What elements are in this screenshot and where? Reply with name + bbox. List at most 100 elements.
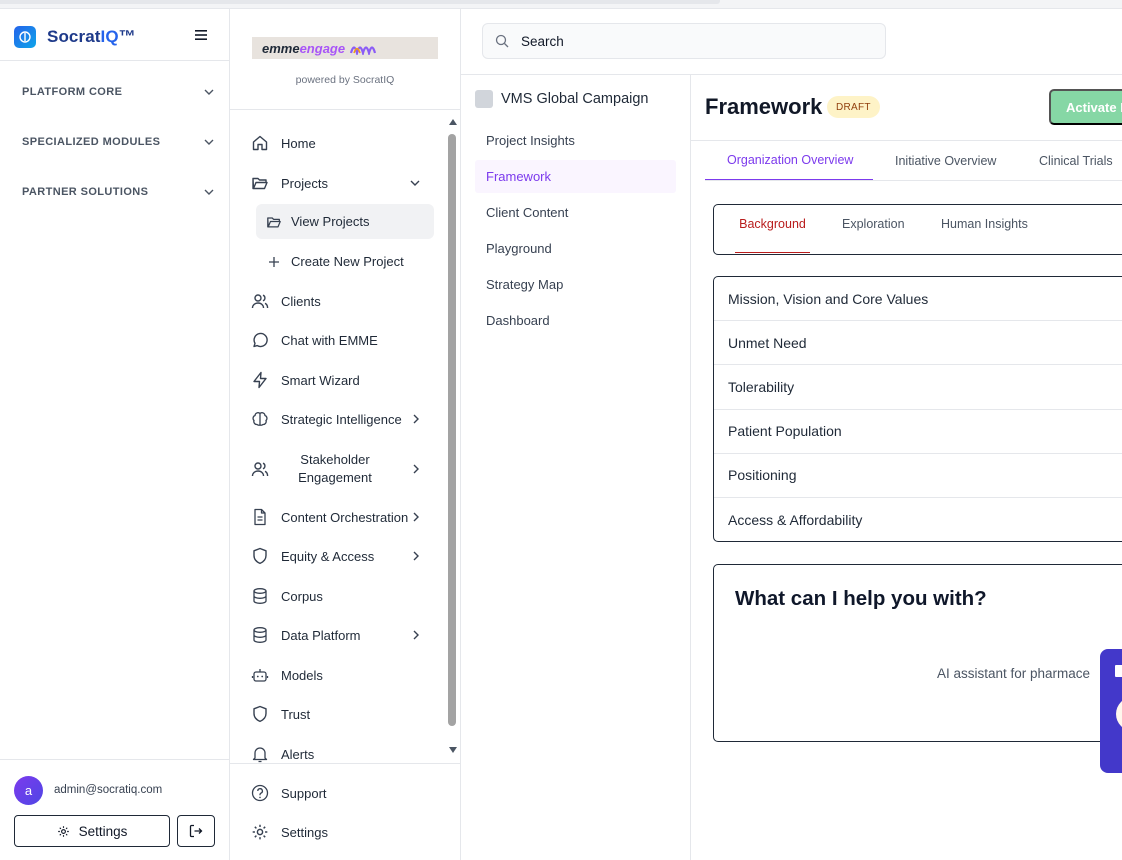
bell-icon xyxy=(250,744,270,764)
tab-organization-overview[interactable]: Organization Overview xyxy=(705,141,873,181)
nav-item-strategic-intelligence[interactable]: Strategic Intelligence xyxy=(250,404,444,434)
brand-name-suffix: ™ xyxy=(118,27,136,46)
nav-item-label: Create New Project xyxy=(291,254,404,269)
nav-item-stakeholder-engagement[interactable]: Stakeholder Engagement xyxy=(250,450,444,488)
project-checkbox[interactable] xyxy=(475,90,493,108)
inner-tab-exploration[interactable]: Exploration xyxy=(842,217,905,253)
subnav-strategy-map[interactable]: Strategy Map xyxy=(475,268,676,301)
nav-item-corpus[interactable]: Corpus xyxy=(250,581,444,611)
subnav-playground[interactable]: Playground xyxy=(475,232,676,265)
list-item-patient-population[interactable]: Patient Population xyxy=(714,410,1122,454)
section-label: SPECIALIZED MODULES xyxy=(22,136,161,148)
nav-item-label: Smart Wizard xyxy=(281,372,360,388)
nav-item-label: Strategic Intelligence xyxy=(281,411,402,427)
section-platform-core[interactable]: PLATFORM CORE xyxy=(22,82,214,102)
emme-engage-logo: emme engage xyxy=(252,37,438,59)
chevron-right-icon xyxy=(413,630,419,640)
section-specialized-modules[interactable]: SPECIALIZED MODULES xyxy=(22,132,214,152)
nav-item-label: Settings xyxy=(281,824,328,840)
assistant-subtitle: AI assistant for pharmace xyxy=(937,666,1091,681)
brand[interactable]: SocratIQ™ xyxy=(14,26,136,48)
nav-divider xyxy=(230,109,460,110)
folder-open-icon xyxy=(264,212,284,232)
inner-tab-human-insights[interactable]: Human Insights xyxy=(941,217,1028,253)
list-item-access-affordability[interactable]: Access & Affordability xyxy=(714,498,1122,541)
brain-icon xyxy=(250,409,270,429)
section-label: PLATFORM CORE xyxy=(22,86,123,98)
search-bar[interactable] xyxy=(482,23,886,59)
nav-item-clients[interactable]: Clients xyxy=(250,286,444,316)
browser-tab-strip xyxy=(0,0,720,4)
nav-item-support[interactable]: Support xyxy=(250,778,444,808)
gear-icon xyxy=(57,825,69,837)
framework-tabs: Organization Overview Initiative Overvie… xyxy=(705,141,1113,181)
users-icon xyxy=(250,459,270,479)
activate-button[interactable]: Activate P xyxy=(1049,89,1122,125)
chevron-right-icon xyxy=(413,414,419,424)
framework-content: Framework DRAFT Activate P Organization … xyxy=(691,75,1122,860)
assistant-avatar[interactable] xyxy=(1116,697,1122,731)
nav-item-create-new-project[interactable]: Create New Project xyxy=(256,244,434,279)
nav-item-projects[interactable]: Projects xyxy=(250,168,444,198)
nav-item-settings[interactable]: Settings xyxy=(250,817,444,847)
chevron-down-icon xyxy=(204,139,214,145)
tab-initiative-overview[interactable]: Initiative Overview xyxy=(873,141,1017,181)
nav-item-label: Stakeholder Engagement xyxy=(298,452,372,485)
database-icon xyxy=(250,625,270,645)
lightning-icon xyxy=(250,370,270,390)
nav-item-label: Home xyxy=(281,135,316,151)
assistant-title: What can I help you with? xyxy=(735,587,987,610)
chat-bubble-icon xyxy=(250,330,270,350)
inner-tab-background[interactable]: Background xyxy=(735,217,810,253)
nav-item-smart-wizard[interactable]: Smart Wizard xyxy=(250,365,444,395)
emme-nav-sidebar: emme engage powered by SocratIQ Home Proj… xyxy=(230,9,461,860)
nav-item-view-projects[interactable]: View Projects xyxy=(256,204,434,239)
scroll-up-arrow-icon[interactable] xyxy=(449,119,457,125)
search-input[interactable] xyxy=(521,33,851,49)
nav-item-label: Content Orchestration xyxy=(281,509,409,525)
list-item-mission-vision[interactable]: Mission, Vision and Core Values xyxy=(714,277,1122,322)
project-title[interactable]: VMS Global Campaign xyxy=(475,90,649,108)
shield-icon xyxy=(250,546,270,566)
nav-item-home[interactable]: Home xyxy=(250,128,444,158)
document-icon xyxy=(250,507,270,527)
chevron-down-icon xyxy=(204,89,214,95)
nav-scrollbar[interactable] xyxy=(447,117,458,757)
nav-item-label: Trust xyxy=(281,706,311,722)
chevron-down-icon xyxy=(410,180,420,186)
shield-icon xyxy=(250,704,270,724)
assistant-launcher[interactable] xyxy=(1100,649,1122,773)
list-item-positioning[interactable]: Positioning xyxy=(714,454,1122,498)
powered-by-text: powered by SocratIQ xyxy=(295,74,395,86)
menu-toggle-icon[interactable] xyxy=(194,29,208,41)
settings-button-label: Settings xyxy=(78,823,128,839)
nav-item-chat-with-emme[interactable]: Chat with EMME xyxy=(250,325,444,355)
nav-item-label: Projects xyxy=(281,175,328,191)
framework-sections-list: Mission, Vision and Core Values Unmet Ne… xyxy=(713,276,1122,542)
assistant-panel: What can I help you with? AI assistant f… xyxy=(713,564,1122,742)
emme-logo-text-2: engage xyxy=(299,40,346,56)
logout-button[interactable] xyxy=(177,815,215,847)
section-partner-solutions[interactable]: PARTNER SOLUTIONS xyxy=(22,182,214,202)
nav-item-models[interactable]: Models xyxy=(250,660,444,690)
subnav-client-content[interactable]: Client Content xyxy=(475,196,676,229)
browser-top-strip xyxy=(0,0,1122,9)
nav-item-content-orchestration[interactable]: Content Orchestration xyxy=(250,502,444,532)
scroll-down-arrow-icon[interactable] xyxy=(449,747,457,753)
tab-clinical-trials[interactable]: Clinical Trials xyxy=(1017,141,1113,181)
settings-button[interactable]: Settings xyxy=(14,815,170,847)
page-title: Framework xyxy=(705,94,823,119)
list-item-unmet-need[interactable]: Unmet Need xyxy=(714,321,1122,366)
scroll-thumb[interactable] xyxy=(448,134,456,726)
emme-wave-icon xyxy=(350,46,377,55)
nav-item-data-platform[interactable]: Data Platform xyxy=(250,620,444,650)
subnav-dashboard[interactable]: Dashboard xyxy=(475,304,676,337)
list-item-tolerability[interactable]: Tolerability xyxy=(714,365,1122,410)
nav-item-label: Equity & Access xyxy=(281,548,375,564)
avatar[interactable]: a xyxy=(14,776,43,805)
subnav-project-insights[interactable]: Project Insights xyxy=(475,124,676,157)
nav-item-label: Data Platform xyxy=(281,627,361,643)
nav-item-trust[interactable]: Trust xyxy=(250,699,444,729)
nav-item-equity-access[interactable]: Equity & Access xyxy=(250,541,444,571)
subnav-framework[interactable]: Framework xyxy=(475,160,676,193)
